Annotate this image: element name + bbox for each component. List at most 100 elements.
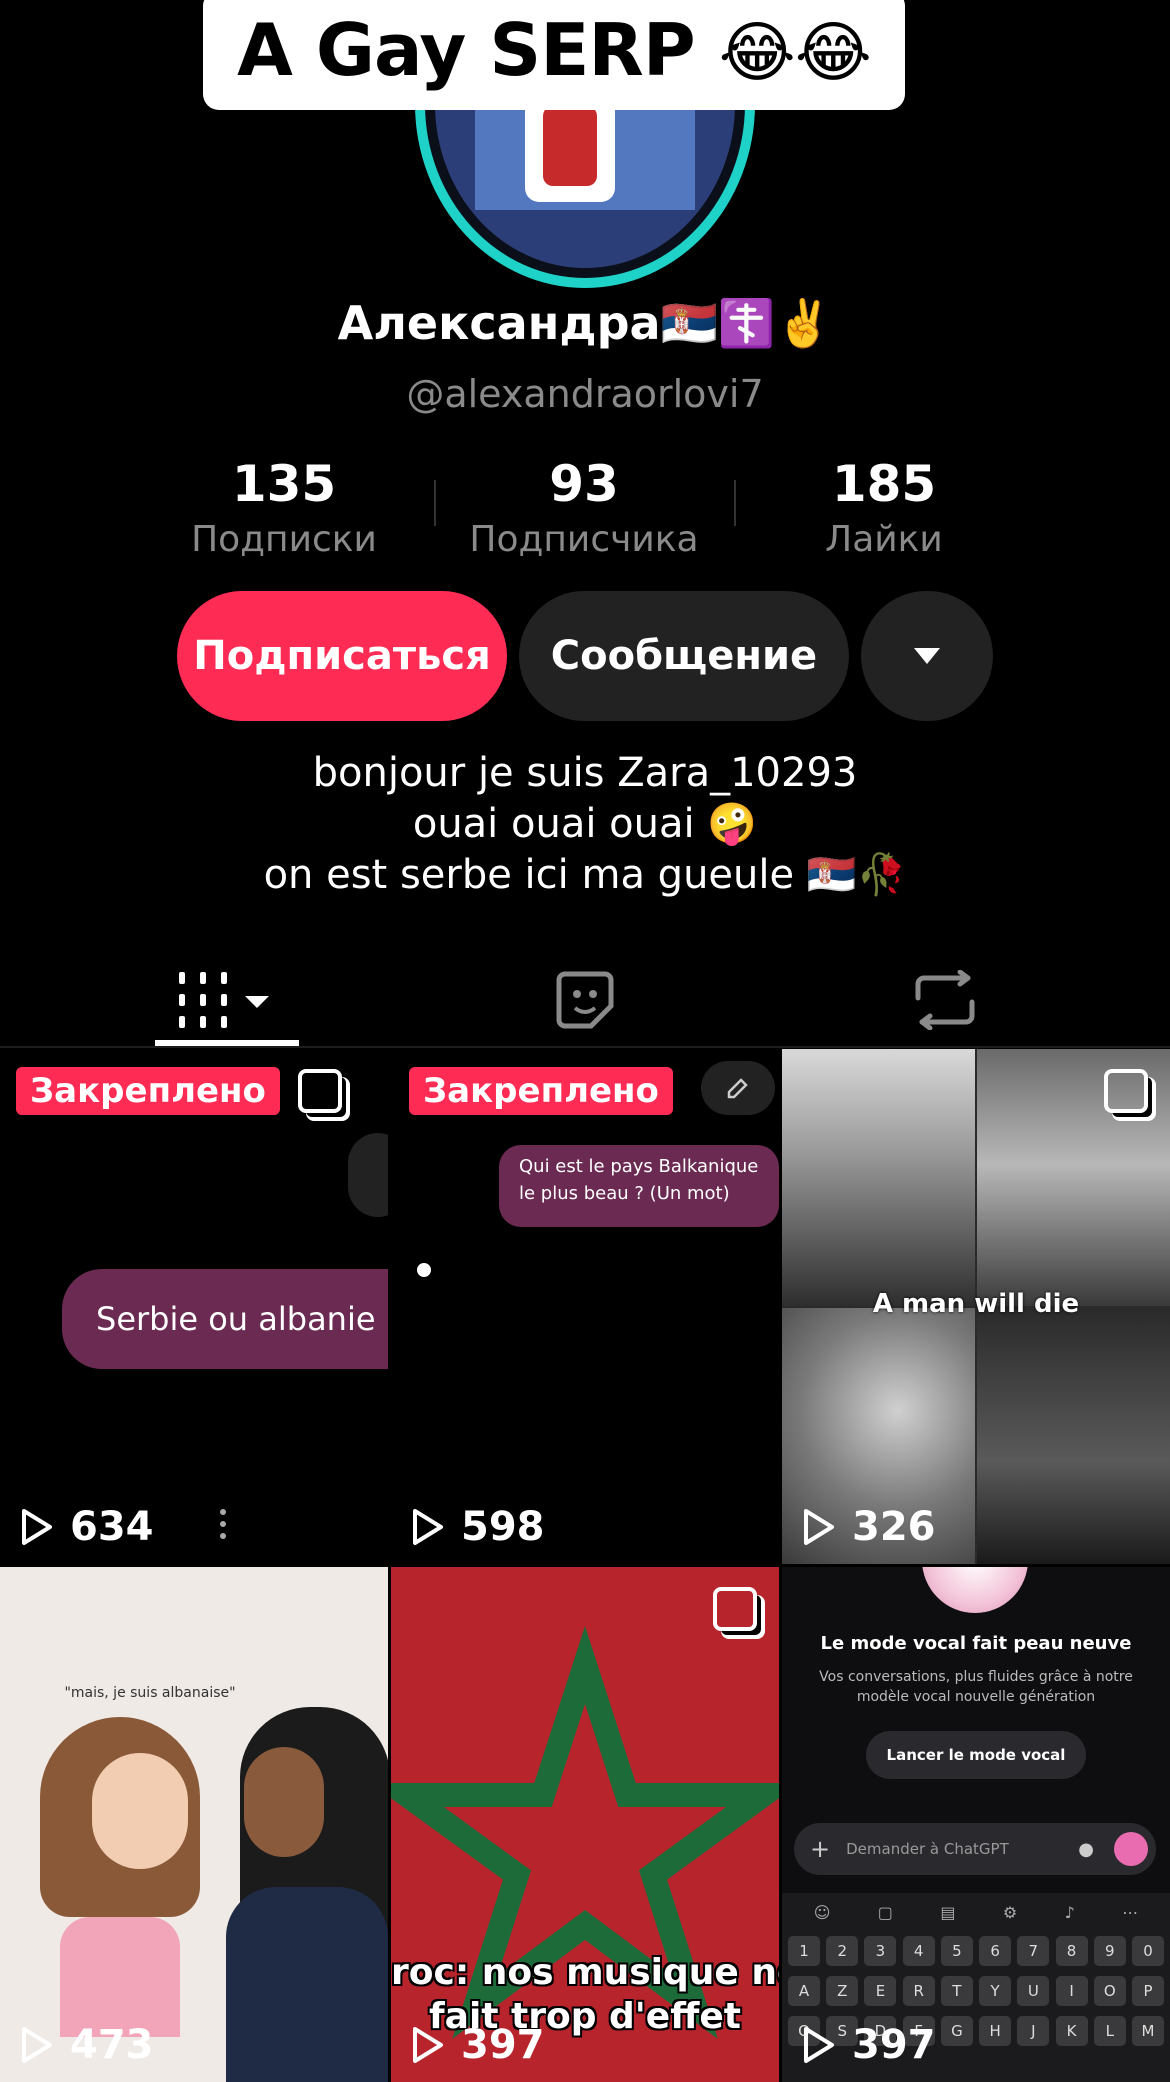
keyboard-key[interactable]: A: [788, 1976, 820, 2006]
pinned-badge: Закреплено: [409, 1067, 673, 1115]
keyboard-key[interactable]: 0: [1131, 1936, 1164, 1966]
multi-video-icon: [1104, 1069, 1148, 1113]
keyboard-key[interactable]: I: [1055, 1976, 1088, 2006]
keyboard-key[interactable]: J: [1017, 2016, 1050, 2046]
play-icon: [804, 2027, 834, 2063]
stat-likes-label: Лайки: [825, 519, 943, 560]
keyboard-key[interactable]: Y: [979, 1976, 1012, 2006]
follow-button[interactable]: Подписаться: [177, 591, 507, 721]
photo-seated: [977, 1308, 1170, 1564]
caption-text: A Gay SERP: [237, 8, 696, 92]
keyboard-row: 1234567890: [782, 1922, 1170, 1966]
video-tile[interactable]: "mais, je suis albanaise" 473: [0, 1567, 388, 2082]
view-count: 397: [411, 2022, 545, 2068]
keyboard-key[interactable]: 1: [788, 1936, 820, 1966]
keyboard-key[interactable]: E: [864, 1976, 897, 2006]
play-icon: [413, 1509, 443, 1545]
view-count: 634: [20, 1504, 154, 1550]
keyboard-key[interactable]: L: [1093, 2016, 1126, 2046]
video-tile[interactable]: Le mode vocal fait peau neuve Vos conver…: [782, 1567, 1170, 2082]
tab-liked[interactable]: [525, 955, 645, 1045]
gear-icon[interactable]: ⚙: [1003, 1903, 1017, 1922]
plus-icon: +: [810, 1835, 831, 1863]
keyboard-row: AZERTYUIOP: [782, 1966, 1170, 2006]
more-options-button[interactable]: [861, 591, 993, 721]
cursor-dot: [417, 1263, 431, 1277]
stat-followers[interactable]: 93 Подписчика: [434, 452, 734, 564]
chevron-down-icon: [914, 648, 940, 664]
video-tile[interactable]: Закреплено Serbie ou albanie (u 634: [0, 1049, 388, 1564]
keyboard-key[interactable]: 9: [1093, 1936, 1126, 1966]
keyboard-key[interactable]: G: [940, 2016, 973, 2046]
multi-video-icon: [713, 1587, 757, 1631]
microphone-icon: ●: [1078, 1838, 1094, 1860]
bio-line: ouai ouai ouai 🤪: [412, 801, 758, 847]
view-count: 326: [802, 1504, 936, 1550]
keyboard-key[interactable]: P: [1131, 1976, 1164, 2006]
bio-line: bonjour je suis Zara_10293: [312, 750, 858, 796]
keyboard-key[interactable]: R: [902, 1976, 935, 2006]
clipboard-icon[interactable]: ▢: [878, 1903, 893, 1922]
play-icon: [22, 1509, 52, 1545]
edit-button[interactable]: [701, 1061, 775, 1115]
stat-following-label: Подписки: [191, 519, 377, 560]
illustration-top: [60, 1917, 180, 2037]
view-count: 397: [802, 2022, 936, 2068]
profile-name: Александра🇷🇸☦️✌️: [337, 296, 833, 350]
keyboard-key[interactable]: 4: [902, 1936, 935, 1966]
stat-likes[interactable]: 185 Лайки: [734, 452, 1034, 564]
caption-emoji: 😂😂: [718, 14, 872, 91]
video-overlay-text: A man will die: [872, 1289, 1080, 1319]
keyboard-key[interactable]: T: [940, 1976, 973, 2006]
keyboard-key[interactable]: 6: [979, 1936, 1012, 1966]
video-tile[interactable]: A man will die 326: [782, 1049, 1170, 1564]
view-count: 473: [20, 2022, 154, 2068]
view-count-value: 598: [461, 1504, 545, 1550]
keyboard-key[interactable]: K: [1055, 2016, 1088, 2046]
video-tile[interactable]: roc: nos musique no fait trop d'effet 39…: [391, 1567, 779, 2082]
tab-videos[interactable]: [155, 955, 299, 1045]
more-icon[interactable]: ⋯: [1122, 1903, 1138, 1922]
microphone-icon[interactable]: ♪: [1065, 1903, 1075, 1922]
stat-likes-count: 185: [831, 455, 937, 513]
chat-input[interactable]: + Demander à ChatGPT ●: [794, 1823, 1156, 1875]
play-icon: [804, 1509, 834, 1545]
toggle-shape: [348, 1133, 388, 1217]
keyboard-toolbar: ☺ ▢ ▤ ⚙ ♪ ⋯: [782, 1893, 1170, 1922]
view-count-value: 326: [852, 1504, 936, 1550]
more-dots-icon: [220, 1509, 228, 1541]
profile-handle: @alexandraorlovi7: [406, 372, 764, 416]
profile-bio: bonjour je suis Zara_10293 ouai ouai oua…: [0, 748, 1170, 901]
pencil-icon: [727, 1078, 748, 1099]
document-icon[interactable]: ▤: [940, 1903, 955, 1922]
voice-orb: [922, 1567, 1028, 1613]
chat-bubble: Serbie ou albanie (u: [62, 1269, 388, 1369]
video-caption-banner: A Gay SERP 😂😂: [203, 0, 905, 110]
pinned-badge: Закреплено: [16, 1067, 280, 1115]
keyboard-key[interactable]: U: [1017, 1976, 1050, 2006]
keyboard-key[interactable]: 8: [1055, 1936, 1088, 1966]
photo-portrait: [782, 1049, 975, 1306]
keyboard-key[interactable]: 5: [940, 1936, 973, 1966]
voice-mode-button[interactable]: Lancer le mode vocal: [866, 1731, 1086, 1779]
tab-reposts[interactable]: [885, 955, 1005, 1045]
voice-wave-icon[interactable]: [1114, 1832, 1148, 1866]
message-button[interactable]: Сообщение: [519, 591, 849, 721]
keyboard-key[interactable]: H: [979, 2016, 1012, 2046]
stat-following-count: 135: [231, 455, 337, 513]
keyboard-key[interactable]: 2: [826, 1936, 859, 1966]
tab-divider: [0, 1046, 1170, 1048]
chat-bubble: Qui est le pays Balkanique le plus beau …: [499, 1145, 779, 1227]
keyboard-key[interactable]: O: [1093, 1976, 1126, 2006]
stat-following[interactable]: 135 Подписки: [134, 452, 434, 564]
illustration-face: [92, 1753, 188, 1869]
keyboard-key[interactable]: 7: [1017, 1936, 1050, 1966]
illustration-face: [244, 1747, 324, 1857]
video-tile[interactable]: Закреплено Qui est le pays Balkanique le…: [391, 1049, 779, 1564]
keyboard-key[interactable]: Z: [826, 1976, 859, 2006]
keyboard-key[interactable]: 3: [864, 1936, 897, 1966]
view-count-value: 397: [852, 2022, 936, 2068]
keyboard-key[interactable]: M: [1131, 2016, 1164, 2046]
emoji-icon[interactable]: ☺: [814, 1903, 831, 1922]
play-icon: [22, 2027, 52, 2063]
